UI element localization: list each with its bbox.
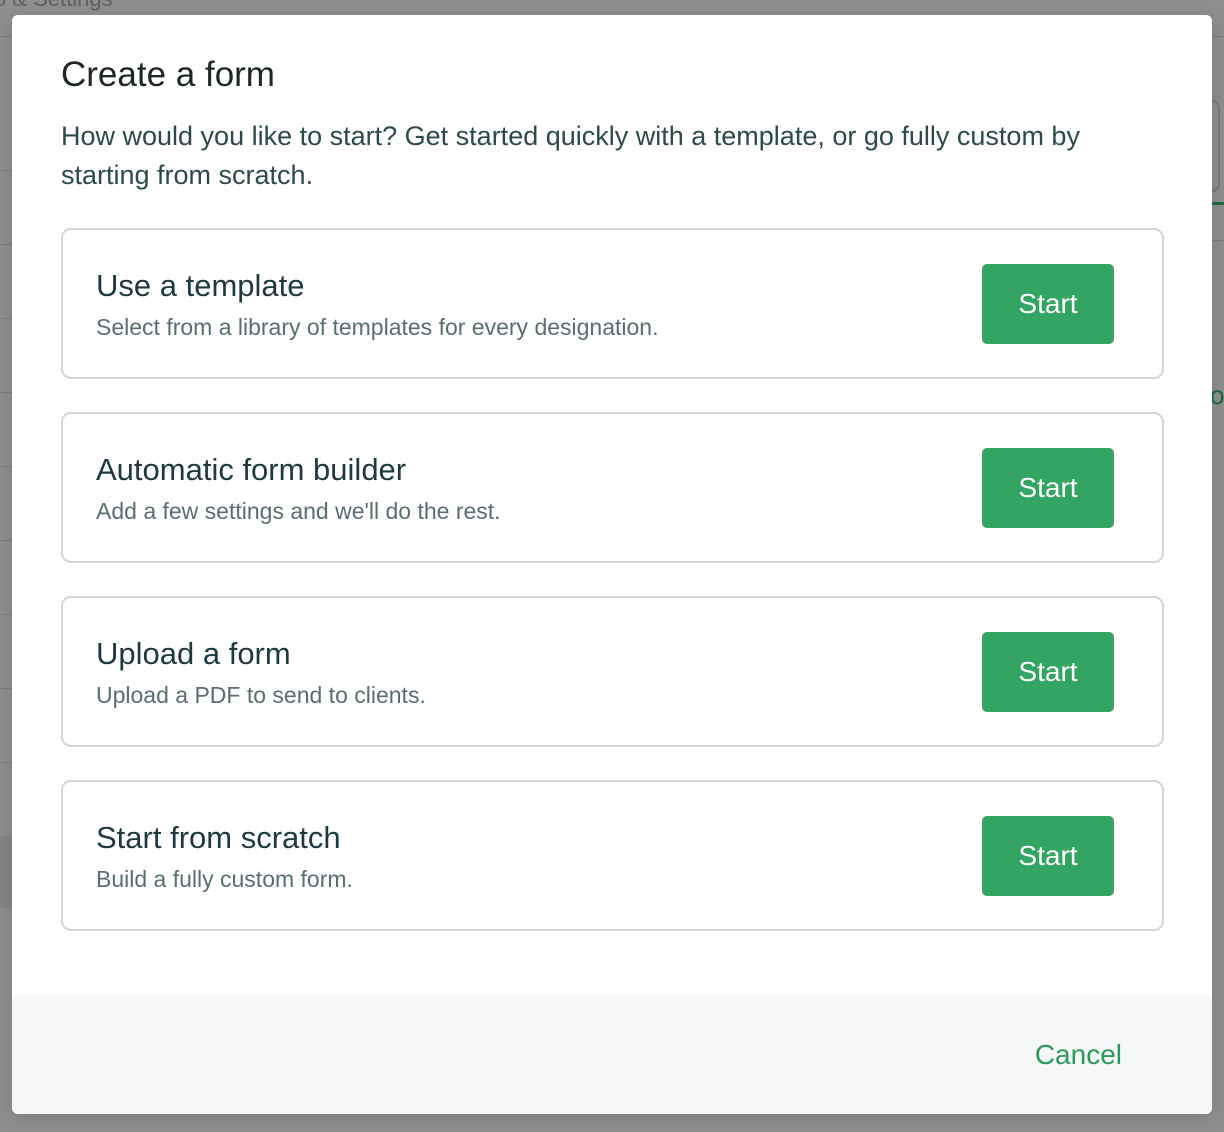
background-divider <box>0 540 12 541</box>
dialog-footer: Cancel <box>12 995 1212 1114</box>
background-divider <box>0 762 12 763</box>
background-divider <box>0 318 12 319</box>
option-title: Use a template <box>96 268 305 303</box>
background-header-text: o & Settings <box>0 0 113 12</box>
cancel-button[interactable]: Cancel <box>1035 1035 1122 1075</box>
background-divider <box>0 244 12 245</box>
dialog-description: How would you like to start? Get started… <box>61 121 1080 190</box>
background-partial-text: o <box>1210 380 1224 410</box>
option-subtitle: Build a fully custom form. <box>96 866 353 892</box>
create-form-dialog: Create a form How would you like to star… <box>12 15 1212 1114</box>
start-from-scratch-button[interactable]: Start <box>982 816 1114 896</box>
dialog-title: Create a form <box>61 55 275 94</box>
background-divider <box>1212 240 1224 241</box>
option-card-from-scratch: Start from scratch Build a fully custom … <box>61 780 1164 931</box>
background-divider <box>0 170 12 171</box>
option-card-use-template: Use a template Select from a library of … <box>61 228 1164 379</box>
start-automatic-builder-button[interactable]: Start <box>982 448 1114 528</box>
option-title: Automatic form builder <box>96 452 407 487</box>
background-divider <box>0 614 12 615</box>
option-title: Start from scratch <box>96 820 341 855</box>
option-title: Upload a form <box>96 636 291 671</box>
option-subtitle: Select from a library of templates for e… <box>96 314 659 340</box>
background-divider <box>0 466 12 467</box>
option-subtitle: Upload a PDF to send to clients. <box>96 682 426 708</box>
option-card-upload-form: Upload a form Upload a PDF to send to cl… <box>61 596 1164 747</box>
start-upload-button[interactable]: Start <box>982 632 1114 712</box>
background-divider <box>0 392 12 393</box>
background-active-tab-indicator <box>1212 202 1224 205</box>
option-list: Use a template Select from a library of … <box>61 228 1164 964</box>
start-template-button[interactable]: Start <box>982 264 1114 344</box>
option-card-automatic-builder: Automatic form builder Add a few setting… <box>61 412 1164 563</box>
background-divider <box>0 688 12 689</box>
background-row-highlight <box>0 836 12 908</box>
option-subtitle: Add a few settings and we'll do the rest… <box>96 498 501 524</box>
